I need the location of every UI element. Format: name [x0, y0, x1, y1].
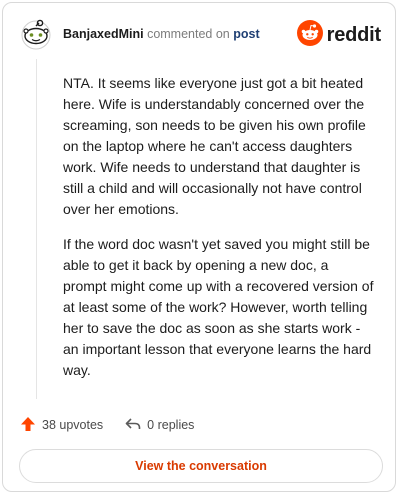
view-conversation-button[interactable]: View the conversation	[19, 449, 383, 483]
replies-button[interactable]: 0 replies	[125, 416, 194, 435]
comment-actions: 38 upvotes 0 replies	[20, 415, 194, 435]
comment-header: BanjaxedMini commented on post reddit	[19, 15, 381, 55]
thread-line	[36, 59, 37, 399]
reddit-brand[interactable]: reddit	[296, 19, 382, 51]
comment-paragraph-1: NTA. It seems like everyone just got a b…	[63, 75, 366, 217]
username-link[interactable]: BanjaxedMini	[63, 27, 144, 41]
upvotes-count: 38 upvotes	[42, 418, 104, 432]
commented-on-text: commented on	[147, 27, 230, 41]
reply-arrow-icon	[125, 416, 141, 435]
comment-card: BanjaxedMini commented on post reddit NT…	[2, 2, 396, 492]
reddit-wordmark: reddit	[326, 23, 382, 46]
view-conversation-label: View the conversation	[135, 459, 267, 473]
upvote-arrow-icon	[20, 416, 36, 435]
upvote-button[interactable]: 38 upvotes	[20, 416, 103, 435]
comment-body: NTA. It seems like everyone just got a b…	[63, 73, 375, 395]
post-link[interactable]: post	[233, 27, 259, 41]
comment-paragraph-2: If the word doc wasn't yet saved you mig…	[63, 236, 374, 378]
reddit-logo-icon	[296, 19, 323, 51]
snoo-avatar-icon[interactable]	[19, 17, 53, 51]
comment-meta: BanjaxedMini commented on post	[63, 27, 260, 41]
replies-count: 0 replies	[147, 418, 195, 432]
